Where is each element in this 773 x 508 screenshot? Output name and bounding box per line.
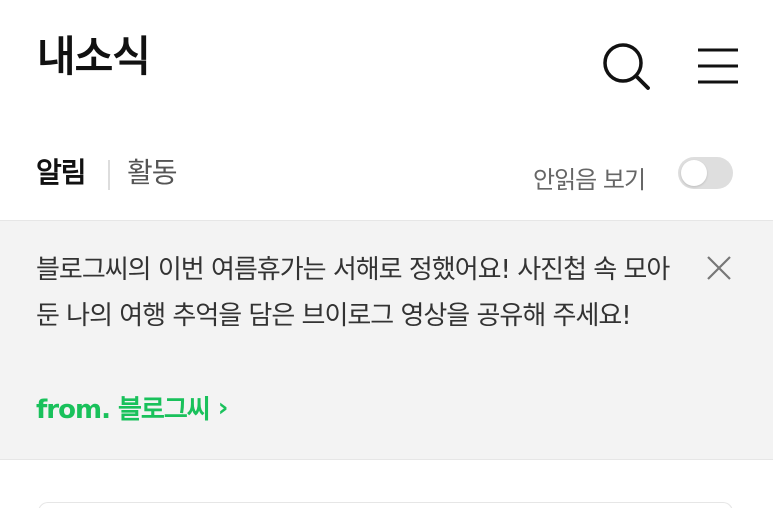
notice-message: 블로그씨의 이번 여름휴가는 서해로 정했어요! 사진첩 속 모아둔 나의 여행…: [36, 255, 670, 331]
search-icon: [603, 43, 650, 90]
tab-divider: [108, 160, 110, 190]
close-icon: [707, 256, 731, 280]
menu-button[interactable]: [692, 38, 744, 94]
chevron-right-icon: ›: [217, 392, 229, 423]
tab-activity[interactable]: 활동: [127, 157, 178, 189]
page-title: 내소식: [37, 32, 151, 81]
notice-from-link[interactable]: from. 블로그씨 ›: [36, 389, 229, 426]
unread-only-toggle[interactable]: [678, 157, 733, 189]
unread-only-label: 안읽음 보기: [533, 166, 646, 194]
tab-notifications[interactable]: 알림: [36, 157, 87, 189]
hamburger-menu-icon: [698, 48, 738, 84]
notice-from-label: from. 블로그씨: [36, 395, 211, 425]
notice-close-button[interactable]: [700, 249, 738, 287]
next-card: [38, 502, 733, 508]
header: 내소식: [0, 0, 773, 130]
notice-banner: 블로그씨의 이번 여름휴가는 서해로 정했어요! 사진첩 속 모아둔 나의 여행…: [0, 220, 773, 460]
search-button[interactable]: [598, 38, 654, 94]
toggle-knob: [681, 160, 707, 186]
tab-bar: 알림 활동 안읽음 보기: [0, 148, 773, 208]
